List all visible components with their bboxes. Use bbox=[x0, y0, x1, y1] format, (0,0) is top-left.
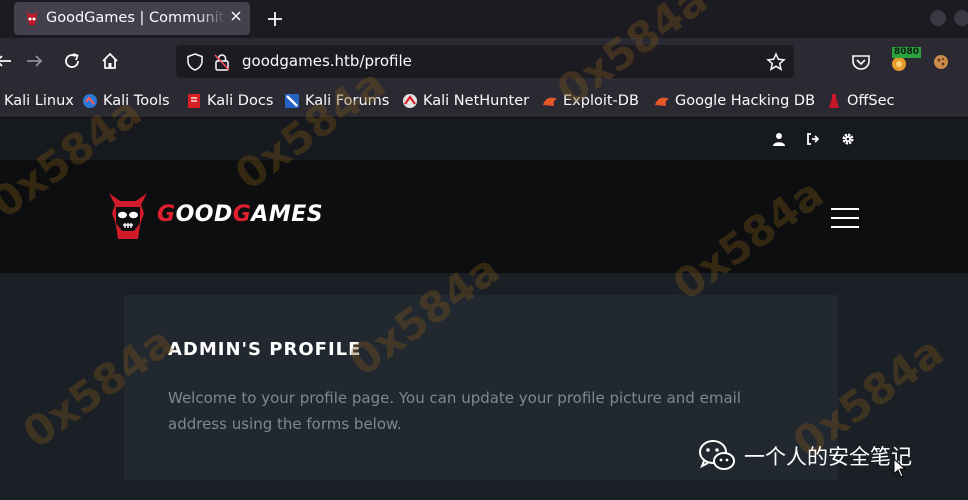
reload-icon[interactable] bbox=[62, 51, 82, 71]
profile-description: Welcome to your profile page. You can up… bbox=[168, 389, 741, 433]
mouse-cursor-icon bbox=[893, 458, 907, 478]
gear-icon[interactable] bbox=[841, 132, 855, 146]
logo-word-ood: OOD bbox=[175, 202, 233, 227]
site-logo-text[interactable]: GOODGAMES bbox=[157, 202, 323, 227]
ghdb-icon bbox=[655, 97, 669, 106]
pocket-icon[interactable] bbox=[850, 51, 872, 73]
tab-title: GoodGames | Community bbox=[46, 10, 226, 26]
logo-letter-g2: G bbox=[232, 202, 252, 227]
hamburger-menu-icon[interactable] bbox=[831, 208, 859, 228]
nethunter-icon bbox=[403, 94, 417, 108]
user-icon[interactable] bbox=[772, 132, 786, 146]
bookmark-kali-docs[interactable]: Kali Docs bbox=[186, 92, 273, 110]
new-tab-plus-icon[interactable] bbox=[264, 8, 286, 30]
skull-favicon-icon bbox=[26, 11, 38, 25]
bookmark-kali-forums[interactable]: Kali Forums bbox=[284, 92, 389, 110]
shield-icon[interactable] bbox=[186, 53, 204, 71]
wechat-icon bbox=[699, 440, 735, 470]
window-minimize-button[interactable] bbox=[930, 10, 946, 26]
logo-word-ames: AMES bbox=[251, 202, 324, 227]
url-text[interactable]: goodgames.htb/profile bbox=[242, 52, 412, 70]
bookmark-offsec[interactable]: OffSec bbox=[826, 92, 895, 110]
offsec-icon bbox=[829, 94, 839, 108]
bookmark-label: OffSec bbox=[847, 93, 895, 109]
bookmark-label: Kali Linux bbox=[4, 93, 74, 109]
site-header: GOODGAMES bbox=[0, 160, 968, 273]
kali-tools-icon bbox=[83, 94, 97, 108]
back-arrow-icon[interactable] bbox=[0, 51, 14, 71]
navigation-toolbar: goodgames.htb/profile 8080 bbox=[0, 38, 968, 84]
wechat-account-name: 一个人的安全笔记 bbox=[744, 445, 912, 469]
bookmark-label: Google Hacking DB bbox=[675, 93, 816, 109]
bookmark-label: Kali Tools bbox=[103, 93, 170, 109]
url-bar[interactable]: goodgames.htb/profile bbox=[176, 45, 794, 78]
exploitdb-icon bbox=[543, 97, 557, 106]
bookmark-kali-linux[interactable]: Kali Linux bbox=[4, 92, 74, 110]
bookmark-label: Exploit-DB bbox=[563, 93, 639, 109]
star-icon[interactable] bbox=[766, 52, 786, 72]
tab-strip: GoodGames | Community bbox=[0, 0, 968, 38]
close-tab-icon[interactable] bbox=[228, 10, 244, 26]
browser-tab[interactable]: GoodGames | Community bbox=[14, 2, 250, 35]
bookmarks-toolbar: Kali Linux Kali Tools Kali Docs Kali For… bbox=[0, 84, 968, 118]
bookmark-google-hacking-db[interactable]: Google Hacking DB bbox=[654, 92, 815, 110]
bookmark-kali-tools[interactable]: Kali Tools bbox=[82, 92, 170, 110]
skull-logo-icon[interactable] bbox=[106, 191, 150, 243]
page-top-bar bbox=[0, 118, 968, 160]
proxy-extension-icon[interactable]: 8080 bbox=[888, 47, 922, 73]
forward-arrow-icon[interactable] bbox=[24, 51, 44, 71]
bookmark-exploit-db[interactable]: Exploit-DB bbox=[542, 92, 639, 110]
logo-letter-g: G bbox=[157, 202, 176, 227]
bookmark-label: Kali Forums bbox=[305, 93, 390, 109]
bookmark-kali-nethunter[interactable]: Kali NetHunter bbox=[402, 92, 529, 110]
profile-title: ADMIN'S PROFILE bbox=[168, 339, 362, 360]
kali-forums-icon bbox=[285, 94, 299, 108]
cookie-icon[interactable] bbox=[930, 51, 952, 73]
proxy-badge: 8080 bbox=[892, 47, 922, 58]
lock-slash-icon[interactable] bbox=[214, 53, 230, 71]
kali-docs-icon bbox=[188, 94, 200, 108]
window-close-button[interactable] bbox=[954, 10, 968, 26]
wechat-credit: 一个人的安全笔记 bbox=[698, 438, 912, 474]
home-icon[interactable] bbox=[100, 51, 120, 71]
bookmark-label: Kali Docs bbox=[207, 93, 274, 109]
logout-icon[interactable] bbox=[806, 132, 820, 146]
bookmark-label: Kali NetHunter bbox=[423, 93, 530, 109]
